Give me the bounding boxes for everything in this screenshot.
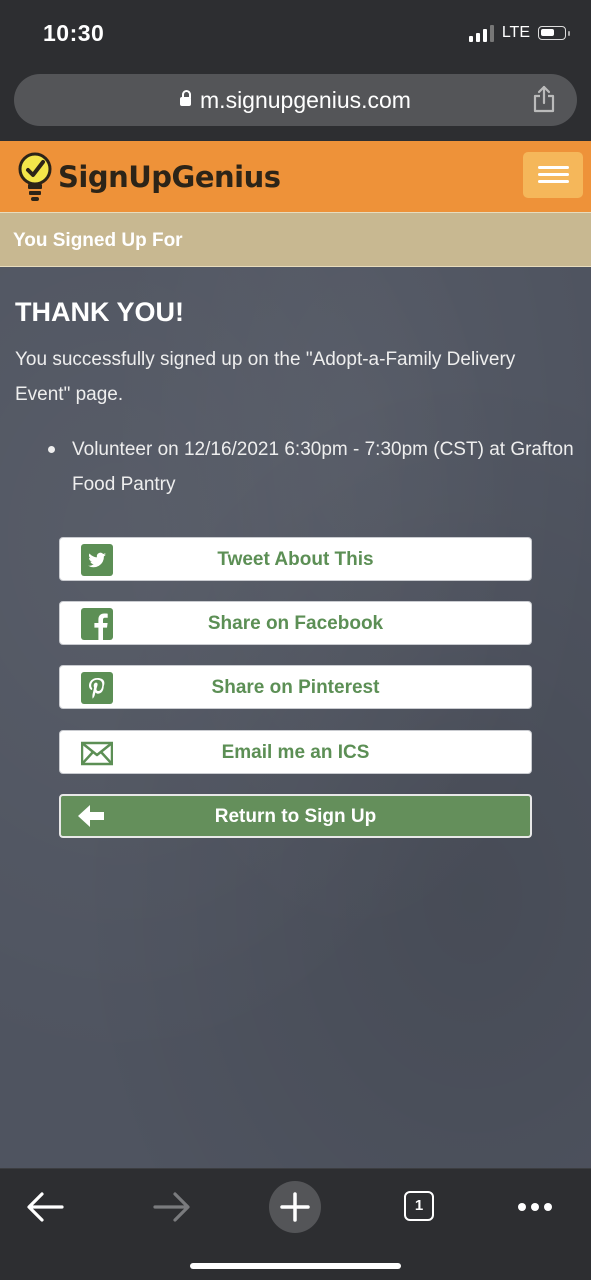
browser-toolbar: 1 bbox=[0, 1168, 591, 1280]
lightbulb-logo-icon bbox=[18, 152, 52, 201]
tab-count: 1 bbox=[404, 1191, 434, 1221]
more-dots-icon bbox=[518, 1203, 552, 1211]
share-icon[interactable] bbox=[531, 84, 557, 114]
plus-icon bbox=[269, 1181, 321, 1233]
section-bar: You Signed Up For bbox=[0, 212, 591, 267]
browser-chrome: m.signupgenius.com bbox=[0, 70, 591, 141]
network-type: LTE bbox=[501, 24, 530, 41]
tweet-button-label: Tweet About This bbox=[217, 549, 374, 570]
email-ics-button[interactable]: Email me an ICS bbox=[59, 730, 532, 774]
status-time: 10:30 bbox=[43, 20, 105, 46]
section-title: You Signed Up For bbox=[13, 230, 183, 251]
tweet-button[interactable]: Tweet About This bbox=[59, 537, 532, 581]
forward-button[interactable] bbox=[145, 1181, 197, 1233]
signup-list: Volunteer on 12/16/2021 6:30pm - 7:30pm … bbox=[40, 432, 591, 502]
signal-icon bbox=[468, 24, 494, 42]
return-button-label: Return to Sign Up bbox=[214, 806, 377, 827]
arrow-forward-icon bbox=[153, 1192, 190, 1222]
status-bar: 10:30 LTE bbox=[0, 0, 591, 70]
url-text: m.signupgenius.com bbox=[200, 87, 411, 113]
pinterest-button-label: Share on Pinterest bbox=[211, 677, 380, 698]
home-indicator bbox=[190, 1263, 401, 1269]
url-display[interactable]: m.signupgenius.com bbox=[14, 87, 577, 114]
battery-icon bbox=[538, 26, 570, 40]
share-pinterest-button[interactable]: Share on Pinterest bbox=[59, 665, 532, 709]
new-tab-button[interactable] bbox=[269, 1181, 321, 1233]
page-heading: THANK YOU! bbox=[15, 297, 185, 327]
site-logo[interactable]: SignUpGenius bbox=[14, 149, 281, 205]
share-facebook-button[interactable]: Share on Facebook bbox=[59, 601, 532, 645]
tab-switcher-button[interactable]: 1 bbox=[394, 1181, 446, 1233]
status-indicators: LTE bbox=[468, 24, 570, 42]
email-button-label: Email me an ICS bbox=[221, 742, 370, 763]
site-header: SignUpGenius bbox=[0, 141, 591, 212]
return-to-signup-button[interactable]: Return to Sign Up bbox=[59, 794, 532, 838]
url-bar[interactable]: m.signupgenius.com bbox=[14, 74, 577, 126]
success-message: You successfully signed up on the "Adopt… bbox=[15, 349, 516, 405]
arrow-back-icon bbox=[27, 1192, 64, 1222]
main-content: THANK YOU! You successfully signed up on… bbox=[0, 267, 591, 1168]
facebook-button-label: Share on Facebook bbox=[207, 613, 384, 634]
more-options-button[interactable] bbox=[509, 1181, 561, 1233]
lock-icon bbox=[180, 90, 192, 106]
back-button[interactable] bbox=[20, 1181, 72, 1233]
logo-text: SignUpGenius bbox=[58, 160, 281, 194]
hamburger-menu-button[interactable] bbox=[523, 152, 583, 198]
signup-list-item: Volunteer on 12/16/2021 6:30pm - 7:30pm … bbox=[48, 432, 591, 502]
